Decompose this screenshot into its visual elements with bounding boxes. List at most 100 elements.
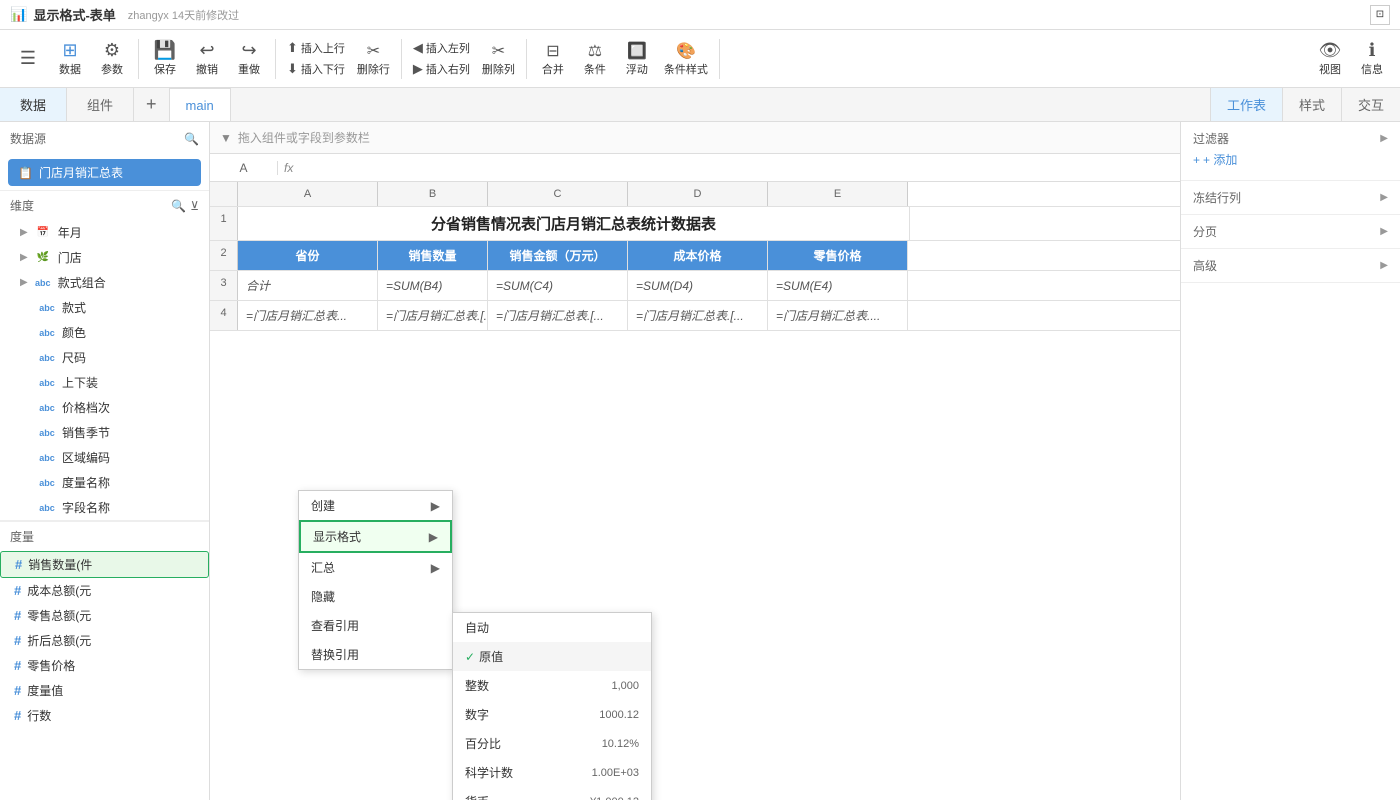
abc-icon: abc xyxy=(38,353,56,363)
format-integer[interactable]: 整数 1,000 xyxy=(453,671,651,700)
context-menu-1: 创建 ▶ 显示格式 ▶ 汇总 ▶ 隐藏 查看引用 替换引用 xyxy=(298,490,453,670)
measure-item-cost-total[interactable]: # 成本总额(元 xyxy=(0,578,209,603)
delete-row-button[interactable]: ✂ 删除行 xyxy=(352,38,395,80)
insert-above-button[interactable]: ⬆ 插入上行 xyxy=(282,38,350,58)
view-button[interactable]: 👁 视图 xyxy=(1310,37,1350,80)
dim-item-upper-lower[interactable]: abc 上下装 xyxy=(0,370,209,395)
insert-left-button[interactable]: ◀ 插入左列 xyxy=(408,38,475,58)
tab-main[interactable]: main xyxy=(169,88,231,121)
params-menu-button[interactable]: ⚙ 参数 xyxy=(92,37,132,80)
format-currency[interactable]: 货币 ¥1,000.12 xyxy=(453,787,651,800)
menu-item-create[interactable]: 创建 ▶ xyxy=(299,491,452,520)
dim-item-season[interactable]: abc 销售季节 xyxy=(0,420,209,445)
expand-icon: ▶ xyxy=(20,227,28,238)
insert-below-button[interactable]: ⬇ 插入下行 xyxy=(282,59,350,79)
menu-item-view-ref[interactable]: 查看引用 xyxy=(299,611,452,640)
datasource-item[interactable]: 📋 门店月销汇总表 xyxy=(8,159,201,186)
tree-icon: 🌿 xyxy=(34,252,52,263)
measure-item-row-count[interactable]: # 行数 xyxy=(0,703,209,728)
search-icon[interactable]: 🔍 xyxy=(184,132,199,146)
measure-item-retail-price[interactable]: # 零售价格 xyxy=(0,653,209,678)
data-e[interactable]: =门店月销汇总表.... xyxy=(768,301,908,330)
advanced-section-title[interactable]: 高级 ▶ xyxy=(1193,257,1388,274)
search-dim-icon[interactable]: 🔍 xyxy=(171,199,186,213)
insert-right-button[interactable]: ▶ 插入右列 xyxy=(408,59,475,79)
sum-e[interactable]: =SUM(E4) xyxy=(768,271,908,300)
dim-item-field-name[interactable]: abc 字段名称 xyxy=(0,495,209,520)
hamburger-menu[interactable]: ☰ xyxy=(8,45,48,72)
sum-d[interactable]: =SUM(D4) xyxy=(628,271,768,300)
row-num-3: 3 xyxy=(210,271,238,300)
tab-data[interactable]: 数据 xyxy=(0,88,67,121)
dimension-list: ▶ 📅 年月 ▶ 🌿 门店 ▶ abc 款式组合 abc 款式 abc xyxy=(0,220,209,520)
app-icon: 📊 xyxy=(10,6,27,23)
sum-b[interactable]: =SUM(B4) xyxy=(378,271,488,300)
data-menu-button[interactable]: ⊞ 数据 xyxy=(50,37,90,80)
info-button[interactable]: ℹ 信息 xyxy=(1352,37,1392,80)
measure-item-retail-total[interactable]: # 零售总额(元 xyxy=(0,603,209,628)
sum-c[interactable]: =SUM(C4) xyxy=(488,271,628,300)
row-col-ops: ⬆ 插入上行 ⬇ 插入下行 xyxy=(282,38,350,79)
header-cell-cost[interactable]: 成本价格 xyxy=(628,241,768,270)
maximize-button[interactable]: ⊡ xyxy=(1370,5,1390,25)
condition-button[interactable]: ⚖ 条件 xyxy=(575,38,615,80)
format-scientific[interactable]: 科学计数 1.00E+03 xyxy=(453,758,651,787)
freeze-section-title[interactable]: 冻结行列 ▶ xyxy=(1193,189,1388,206)
dim-item-color[interactable]: abc 颜色 xyxy=(0,320,209,345)
measure-item-discount-total[interactable]: # 折后总额(元 xyxy=(0,628,209,653)
abc-icon: abc xyxy=(38,453,56,463)
format-original[interactable]: ✓ 原值 xyxy=(453,642,651,671)
data-d[interactable]: =门店月销汇总表.[... xyxy=(628,301,768,330)
hash-icon: # xyxy=(15,557,22,572)
title-cell[interactable]: 分省销售情况表门店月销汇总表统计数据表 xyxy=(238,207,910,240)
sum-label[interactable]: 合计 xyxy=(238,271,378,300)
page-section: 分页 ▶ xyxy=(1181,215,1400,249)
dim-item-store[interactable]: ▶ 🌿 门店 xyxy=(0,245,209,270)
freeze-section: 冻结行列 ▶ xyxy=(1181,181,1400,215)
undo-button[interactable]: ↩ 撤销 xyxy=(187,37,227,80)
tab-component[interactable]: 组件 xyxy=(67,88,134,121)
dimension-section-header: 维度 🔍 ⊻ xyxy=(0,190,209,220)
merge-button[interactable]: ⊟ 合并 xyxy=(533,38,573,80)
dim-item-size[interactable]: abc 尺码 xyxy=(0,345,209,370)
center-area: ▼ 拖入组件或字段到参数栏 A fx A B C D E xyxy=(210,122,1180,800)
tab-style[interactable]: 样式 xyxy=(1282,88,1341,121)
measure-item-value[interactable]: # 度量值 xyxy=(0,678,209,703)
add-tab-button[interactable]: + xyxy=(134,88,169,121)
format-percent[interactable]: 百分比 10.12% xyxy=(453,729,651,758)
tab-interact[interactable]: 交互 xyxy=(1341,88,1400,121)
row-num-2: 2 xyxy=(210,241,238,270)
float-button[interactable]: 🔲 浮动 xyxy=(617,38,657,80)
dim-item-measure-name[interactable]: abc 度量名称 xyxy=(0,470,209,495)
header-cell-sales-amount[interactable]: 销售金额（万元） xyxy=(488,241,628,270)
save-button[interactable]: 💾 保存 xyxy=(145,37,185,80)
dim-item-price-level[interactable]: abc 价格档次 xyxy=(0,395,209,420)
arrow-icon: ▶ xyxy=(431,561,440,575)
dim-item-style-combo[interactable]: ▶ abc 款式组合 xyxy=(0,270,209,295)
dim-item-year-month[interactable]: ▶ 📅 年月 xyxy=(0,220,209,245)
menu-item-replace-ref[interactable]: 替换引用 xyxy=(299,640,452,669)
cond-style-button[interactable]: 🎨 条件样式 xyxy=(659,38,713,80)
data-b[interactable]: =门店月销汇总表.[... xyxy=(378,301,488,330)
data-a[interactable]: =门店月销汇总表... xyxy=(238,301,378,330)
menu-item-hide[interactable]: 隐藏 xyxy=(299,582,452,611)
data-c[interactable]: =门店月销汇总表.[... xyxy=(488,301,628,330)
page-section-title[interactable]: 分页 ▶ xyxy=(1193,223,1388,240)
filter-section-title[interactable]: 过滤器 ▶ xyxy=(1193,130,1388,147)
delete-col-button[interactable]: ✂ 删除列 xyxy=(477,38,520,80)
measure-item-sales-qty[interactable]: # 销售数量(件 xyxy=(0,551,209,578)
menu-item-summary[interactable]: 汇总 ▶ xyxy=(299,553,452,582)
expand-dim-icon[interactable]: ⊻ xyxy=(190,199,199,213)
menu-item-display-format[interactable]: 显示格式 ▶ xyxy=(299,520,452,553)
tab-worksheet[interactable]: 工作表 xyxy=(1210,88,1282,121)
dim-item-region-code[interactable]: abc 区域编码 xyxy=(0,445,209,470)
corner-cell xyxy=(210,182,238,206)
format-number[interactable]: 数字 1000.12 xyxy=(453,700,651,729)
header-cell-province[interactable]: 省份 xyxy=(238,241,378,270)
dim-item-style[interactable]: abc 款式 xyxy=(0,295,209,320)
format-auto[interactable]: 自动 xyxy=(453,613,651,642)
header-cell-sales-qty[interactable]: 销售数量 xyxy=(378,241,488,270)
redo-button[interactable]: ↪ 重做 xyxy=(229,37,269,80)
header-cell-retail[interactable]: 零售价格 xyxy=(768,241,908,270)
add-filter-button[interactable]: + + 添加 xyxy=(1193,147,1388,172)
